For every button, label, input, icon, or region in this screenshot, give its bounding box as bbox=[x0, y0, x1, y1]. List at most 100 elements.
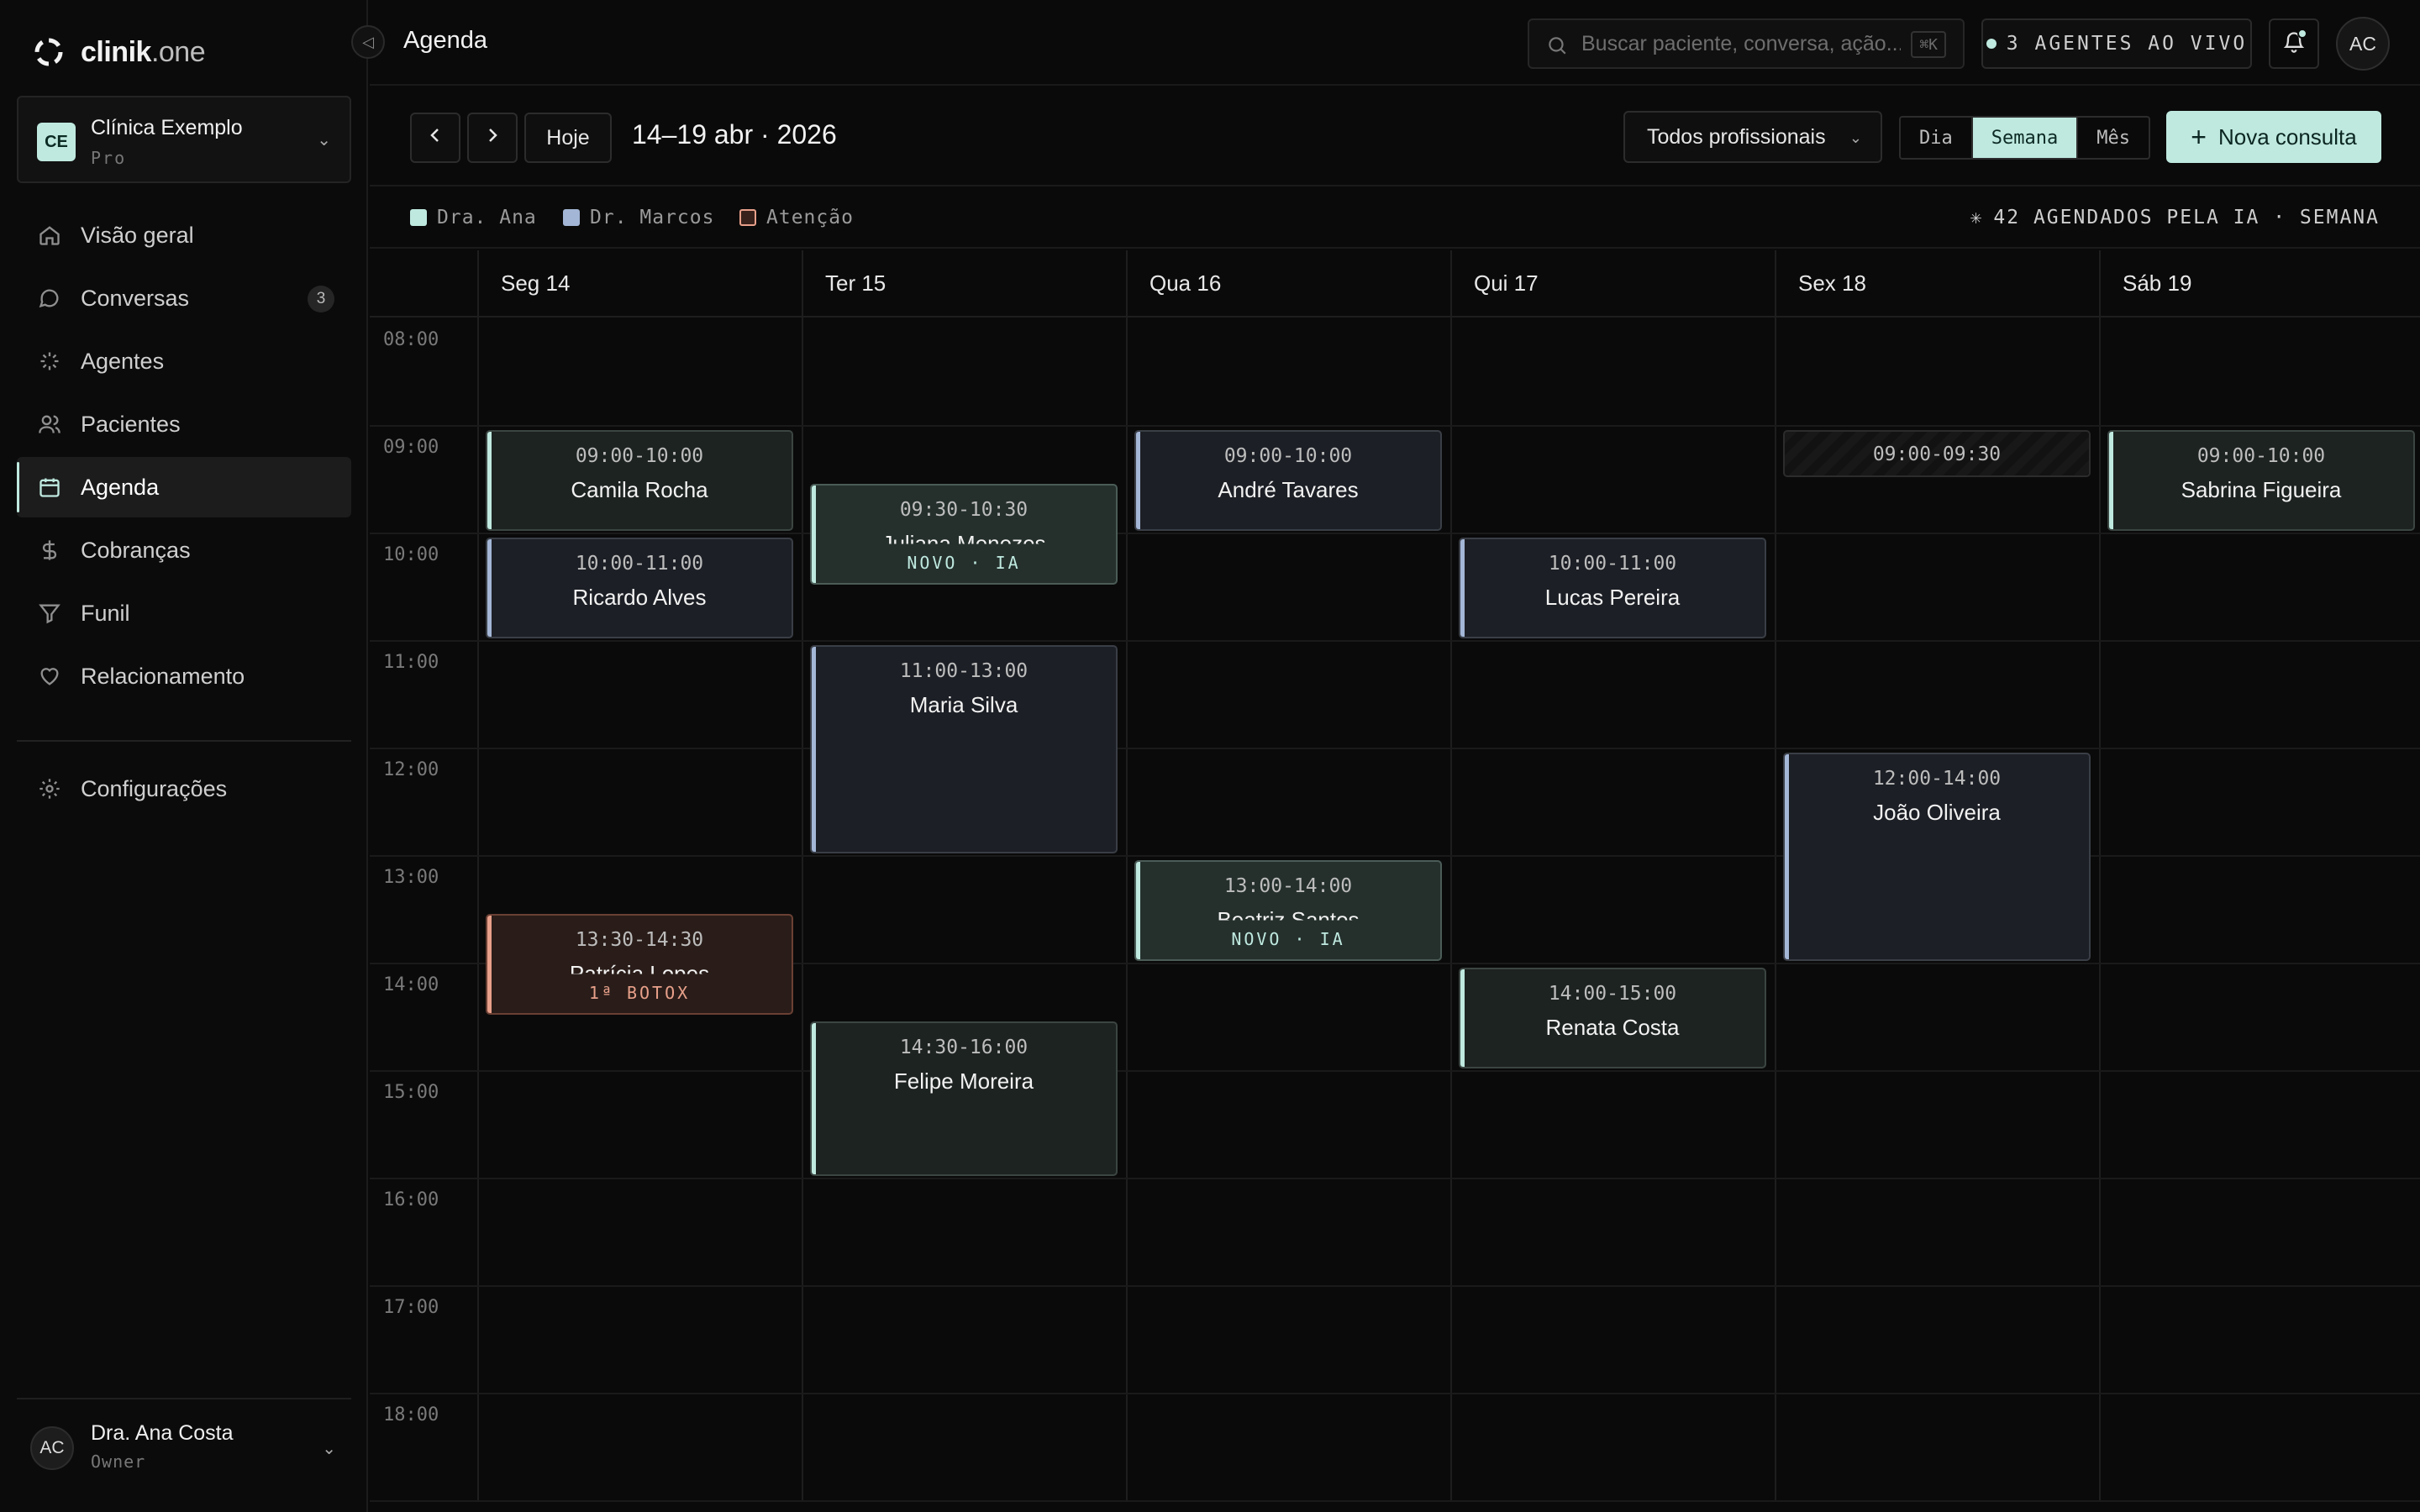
avatar[interactable]: AC bbox=[2336, 17, 2390, 71]
new-appointment-button[interactable]: + Nova consulta bbox=[2166, 111, 2381, 163]
chevron-right-icon bbox=[482, 125, 502, 151]
appointment-card[interactable]: 13:00-14:00 Beatriz Santos NOVO · IA bbox=[1134, 860, 1442, 961]
appointment-card[interactable]: 14:00-15:00 Renata Costa bbox=[1459, 968, 1766, 1068]
page-title: Agenda bbox=[403, 27, 487, 54]
agents-live-label: 3 AGENTES AO VIVO bbox=[2006, 33, 2248, 55]
logo-icon bbox=[34, 38, 63, 66]
sidebar-item-conversas[interactable]: Conversas 3 bbox=[17, 268, 351, 328]
chevron-down-icon: ⌄ bbox=[1849, 129, 1862, 146]
appointment-card[interactable]: 14:30-16:00 Felipe Moreira bbox=[810, 1021, 1118, 1176]
hour-line bbox=[370, 425, 2420, 427]
appointment-card[interactable]: 09:00-10:00 Sabrina Figueira bbox=[2107, 430, 2415, 531]
appointment-time: 10:00-11:00 bbox=[575, 553, 704, 575]
appointment-time: 10:00-11:00 bbox=[1548, 553, 1677, 575]
live-dot-icon bbox=[1986, 39, 1996, 49]
dollar-icon bbox=[37, 538, 62, 563]
appointment-patient: André Tavares bbox=[1218, 477, 1359, 502]
day-header-wed[interactable]: Qua 16 bbox=[1126, 250, 1450, 318]
appointment-time: 14:30-16:00 bbox=[899, 1037, 1028, 1058]
day-header-fri[interactable]: Sex 18 bbox=[1775, 250, 2099, 318]
filter-icon bbox=[37, 601, 62, 626]
hour-label: 18:00 bbox=[383, 1404, 439, 1425]
today-button[interactable]: Hoje bbox=[524, 113, 612, 163]
next-week-button[interactable] bbox=[467, 113, 518, 163]
appointment-card[interactable]: 09:00-10:00 André Tavares bbox=[1134, 430, 1442, 531]
appointment-card[interactable]: 09:30-10:30 Juliana Menezes NOVO · IA bbox=[810, 484, 1118, 585]
sidebar-item-visao-geral[interactable]: Visão geral bbox=[17, 205, 351, 265]
appointment-tag: NOVO · IA bbox=[907, 553, 1021, 573]
unread-badge: 3 bbox=[308, 286, 334, 312]
sidebar-item-relacionamento[interactable]: Relacionamento bbox=[17, 646, 351, 706]
day-header-thu[interactable]: Qui 17 bbox=[1450, 250, 1775, 318]
day-header-tue[interactable]: Ter 15 bbox=[802, 250, 1126, 318]
chevron-left-icon bbox=[425, 125, 445, 151]
appointment-time: 11:00-13:00 bbox=[899, 660, 1028, 682]
week-calendar: Seg 14 Ter 15 Qua 16 Qui 17 Sex 18 Sáb 1… bbox=[370, 250, 2420, 1502]
brand-logo[interactable]: clinik.one bbox=[32, 35, 206, 69]
time-gutter-header bbox=[370, 250, 477, 318]
day-column-divider bbox=[477, 318, 479, 1500]
appointment-patient: Felipe Moreira bbox=[893, 1068, 1034, 1094]
appointment-time: 09:00-09:30 bbox=[1872, 444, 2002, 465]
search-box[interactable]: ⌘K bbox=[1528, 18, 1965, 69]
hour-label: 12:00 bbox=[383, 759, 439, 780]
hour-label: 10:00 bbox=[383, 544, 439, 565]
legend-item-marcos: Dr. Marcos bbox=[563, 207, 714, 228]
appointment-card[interactable]: 09:00-10:00 Camila Rocha bbox=[486, 430, 793, 531]
view-week-button[interactable]: Semana bbox=[1972, 118, 2079, 158]
search-icon bbox=[1546, 34, 1568, 56]
sidebar-item-pacientes[interactable]: Pacientes bbox=[17, 394, 351, 454]
day-header-sat[interactable]: Sáb 19 bbox=[2099, 250, 2420, 318]
chevron-down-icon: ⌄ bbox=[322, 1440, 336, 1458]
sidebar-item-agentes[interactable]: Agentes bbox=[17, 331, 351, 391]
legend-item-atencao: Atenção bbox=[739, 207, 854, 228]
hour-line bbox=[370, 640, 2420, 642]
sidebar-item-configuracoes[interactable]: Configurações bbox=[17, 759, 351, 819]
notification-dot bbox=[2297, 29, 2307, 39]
view-switcher: Dia Semana Mês bbox=[1899, 116, 2150, 160]
appointment-card[interactable]: 12:00-14:00 João Oliveira bbox=[1783, 753, 2091, 961]
appointment-time: 09:00-10:00 bbox=[575, 445, 704, 467]
avatar: AC bbox=[30, 1426, 74, 1470]
view-day-button[interactable]: Dia bbox=[1901, 118, 1973, 158]
appointment-time: 14:00-15:00 bbox=[1548, 983, 1677, 1005]
appointment-card[interactable]: 10:00-11:00 Lucas Pereira bbox=[1459, 538, 1766, 638]
appointment-card[interactable]: 11:00-13:00 Maria Silva bbox=[810, 645, 1118, 853]
collapse-sidebar-button[interactable]: ◁ bbox=[351, 25, 385, 59]
legend-swatch bbox=[410, 209, 427, 226]
prev-week-button[interactable] bbox=[410, 113, 460, 163]
professional-select[interactable]: Todos profissionais ⌄ bbox=[1623, 111, 1882, 163]
appointment-tag: NOVO · IA bbox=[1231, 929, 1345, 949]
hour-label: 15:00 bbox=[383, 1082, 439, 1103]
hour-line bbox=[370, 1500, 2420, 1502]
sidebar-item-agenda[interactable]: Agenda bbox=[17, 457, 351, 517]
search-input[interactable] bbox=[1581, 29, 1901, 59]
clinic-plan: Pro bbox=[91, 148, 127, 168]
appointment-patient: Camila Rocha bbox=[571, 477, 708, 502]
view-month-button[interactable]: Mês bbox=[2078, 118, 2149, 158]
user-name: Dra. Ana Costa bbox=[91, 1421, 234, 1445]
ai-scheduled-label: 42 AGENDADOS PELA IA · SEMANA bbox=[1993, 207, 2380, 228]
sidebar-item-funil[interactable]: Funil bbox=[17, 583, 351, 643]
sidebar-item-cobrancas[interactable]: Cobranças bbox=[17, 520, 351, 580]
sidebar-item-label: Funil bbox=[81, 600, 130, 626]
agents-live-button[interactable]: 3 AGENTES AO VIVO bbox=[1981, 18, 2252, 69]
blocked-slot[interactable]: 09:00-09:30 bbox=[1783, 430, 2091, 477]
appointment-time: 13:00-14:00 bbox=[1223, 875, 1353, 897]
sidebar-item-label: Configurações bbox=[81, 775, 228, 801]
sidebar-item-label: Agentes bbox=[81, 348, 165, 374]
search-shortcut: ⌘K bbox=[1911, 31, 1946, 58]
clinic-initials: CE bbox=[37, 123, 76, 161]
legend-label: Dra. Ana bbox=[437, 207, 537, 228]
day-header-mon[interactable]: Seg 14 bbox=[477, 250, 802, 318]
gear-icon bbox=[37, 776, 62, 801]
new-appointment-label: Nova consulta bbox=[2217, 123, 2357, 150]
appointment-time: 12:00-14:00 bbox=[1872, 768, 2002, 790]
notifications-button[interactable] bbox=[2269, 18, 2319, 69]
appointment-card[interactable]: 10:00-11:00 Ricardo Alves bbox=[486, 538, 793, 638]
chevron-down-icon: ⌄ bbox=[317, 131, 331, 150]
clinic-switcher[interactable]: CE Clínica Exemplo Pro ⌄ bbox=[17, 96, 351, 183]
user-menu[interactable]: AC Dra. Ana Costa Owner ⌄ bbox=[17, 1398, 351, 1490]
appointment-patient: Renata Costa bbox=[1545, 1015, 1680, 1040]
appointment-card[interactable]: 13:30-14:30 Patrícia Lopes 1ª BOTOX bbox=[486, 914, 793, 1015]
